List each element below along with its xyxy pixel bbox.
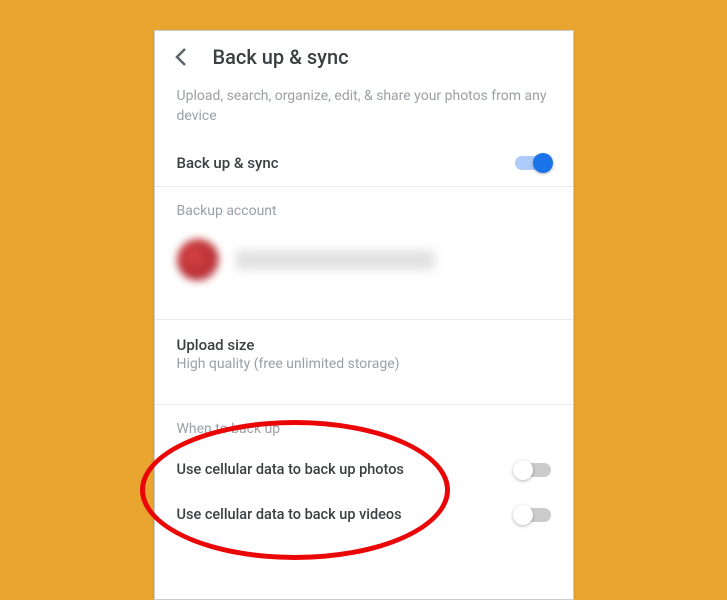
cellular-videos-toggle[interactable] — [515, 508, 551, 522]
cellular-photos-label: Use cellular data to back up photos — [177, 461, 404, 478]
upload-size-subtitle: High quality (free unlimited storage) — [177, 356, 551, 372]
cellular-videos-row[interactable]: Use cellular data to back up videos — [155, 492, 573, 537]
cellular-photos-row[interactable]: Use cellular data to back up photos — [155, 447, 573, 492]
backup-account-header: Backup account — [155, 187, 573, 229]
back-button[interactable] — [169, 45, 193, 69]
cellular-photos-toggle[interactable] — [515, 463, 551, 477]
backup-account-row[interactable] — [155, 229, 573, 309]
upload-size-row[interactable]: Upload size High quality (free unlimited… — [155, 320, 573, 394]
cellular-videos-label: Use cellular data to back up videos — [177, 506, 402, 523]
when-to-backup-header: When to back up — [155, 405, 573, 447]
settings-screen: Back up & sync Upload, search, organize,… — [154, 30, 574, 600]
intro-section: Upload, search, organize, edit, & share … — [155, 87, 573, 126]
upload-size-title: Upload size — [177, 336, 551, 354]
account-email-redacted — [235, 250, 435, 270]
chevron-left-icon — [175, 47, 187, 67]
when-to-backup-section: When to back up Use cellular data to bac… — [155, 405, 573, 547]
backup-sync-row[interactable]: Back up & sync — [155, 154, 573, 172]
header: Back up & sync — [155, 31, 573, 87]
backup-sync-label: Back up & sync — [177, 154, 279, 172]
page-title: Back up & sync — [213, 45, 349, 69]
intro-subtitle: Upload, search, organize, edit, & share … — [177, 87, 551, 126]
avatar — [177, 239, 219, 281]
backup-sync-toggle[interactable] — [515, 156, 551, 170]
